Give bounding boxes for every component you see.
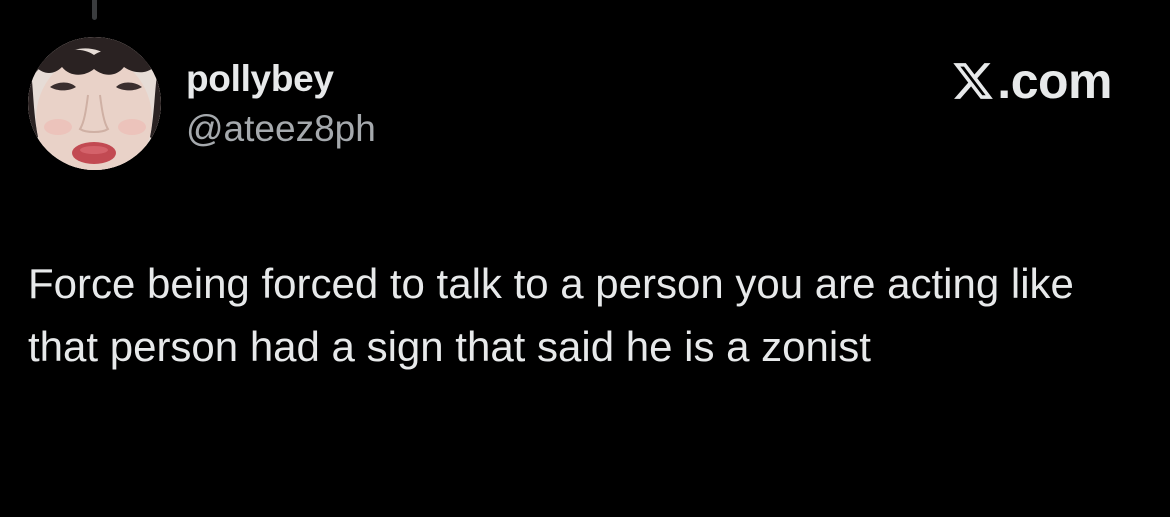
x-logo-icon — [953, 63, 994, 99]
thread-connector-line — [92, 0, 97, 20]
avatar[interactable] — [28, 37, 161, 170]
avatar-photo — [28, 37, 161, 170]
author-handle[interactable]: @ateez8ph — [186, 108, 376, 150]
x-com-brand[interactable]: .com — [951, 52, 1112, 110]
tweet-text: Force being forced to talk to a person y… — [28, 260, 1074, 370]
brand-domain-text: .com — [997, 53, 1112, 109]
author-display-name[interactable]: pollybey — [186, 58, 334, 100]
